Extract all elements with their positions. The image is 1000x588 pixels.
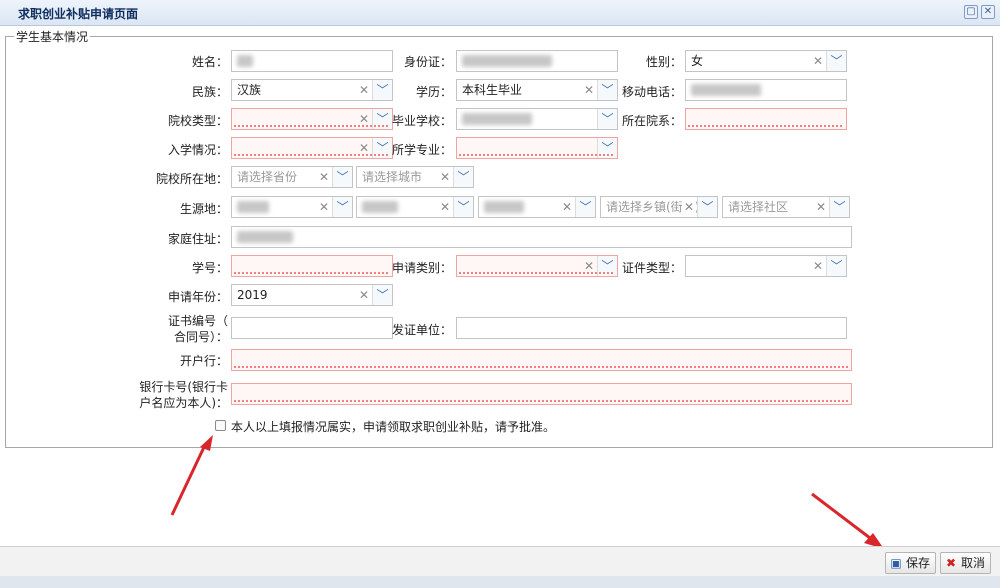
cancel-button-label: 取消 [961,556,986,570]
save-button-label: 保存 [906,556,931,570]
save-arrow [811,492,884,549]
cancel-button[interactable]: ✖ 取消 [940,552,992,574]
checkbox-arrow [170,435,213,516]
cross-icon: ✖ [945,556,957,570]
annotation-arrows [170,435,884,549]
dialog-footer [0,546,1000,576]
save-button[interactable]: ▣ 保存 [885,552,937,574]
bottom-strip [0,576,1000,588]
floppy-icon: ▣ [890,556,902,570]
